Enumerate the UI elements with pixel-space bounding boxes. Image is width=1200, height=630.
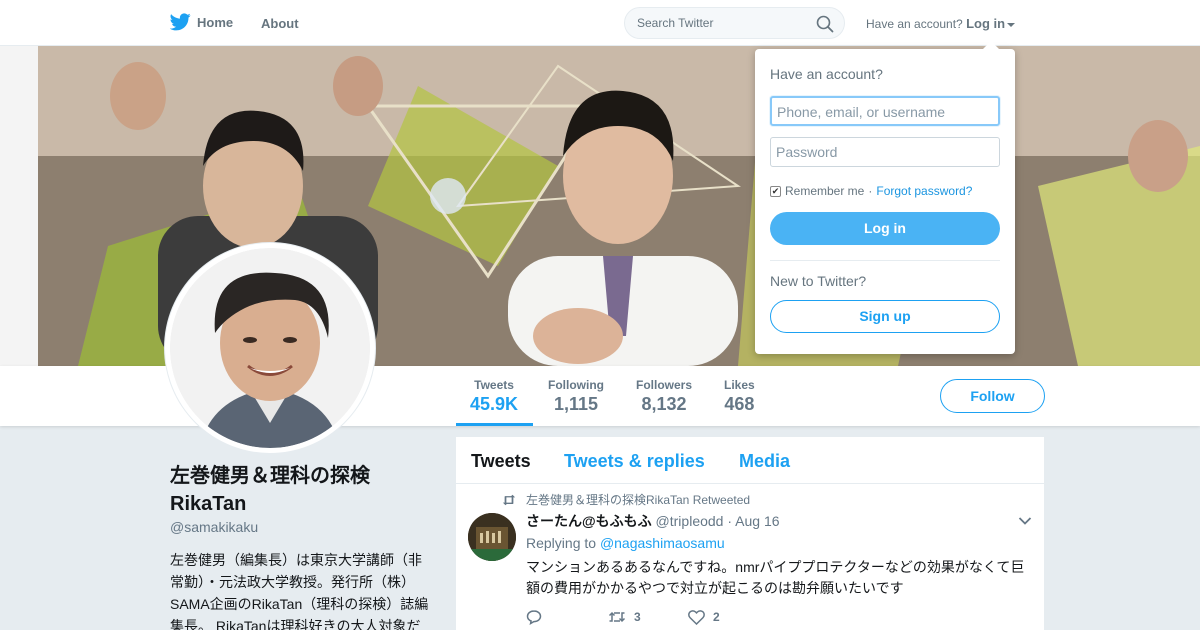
like-action[interactable]: 2 bbox=[688, 609, 720, 625]
stat-followers-value: 8,132 bbox=[641, 394, 687, 414]
search-icon[interactable] bbox=[816, 15, 834, 33]
stat-following-value: 1,115 bbox=[553, 394, 599, 414]
login-link[interactable]: Log in bbox=[966, 16, 1005, 31]
avatar-photo bbox=[170, 248, 370, 448]
caret-down-icon bbox=[1007, 22, 1016, 27]
tab-tweets[interactable]: Tweets bbox=[471, 451, 531, 472]
retweet-icon bbox=[608, 611, 626, 623]
replying-prefix: Replying to bbox=[526, 535, 597, 551]
new-to-twitter-text: New to Twitter? bbox=[770, 273, 867, 289]
replying-to-link[interactable]: @nagashimaosamu bbox=[600, 535, 725, 551]
bio-line: SAMA企画のRikaTan（理科の探検）誌編 bbox=[170, 596, 429, 612]
tweet-actions: 3 2 bbox=[526, 609, 720, 625]
stat-likes[interactable]: Likes 468 bbox=[724, 378, 755, 415]
profile-name-line1: 左巻健男＆理科の探検 bbox=[170, 465, 370, 487]
stat-followers[interactable]: Followers 8,132 bbox=[636, 378, 692, 415]
stat-tweets[interactable]: Tweets 45.9K bbox=[470, 378, 518, 415]
account-menu[interactable]: Have an account? Log in bbox=[866, 16, 1016, 31]
bio-line: 常勤）・元法政大学教授。発行所（株） bbox=[170, 574, 415, 590]
tweet-date[interactable]: Aug 16 bbox=[735, 513, 779, 529]
nav-home-label: Home bbox=[197, 14, 234, 30]
search-input[interactable]: Search Twitter bbox=[637, 16, 713, 30]
login-dropdown-title: Have an account? bbox=[770, 66, 883, 82]
account-prompt: Have an account? bbox=[866, 17, 963, 31]
timeline-tabs: Tweets Tweets & replies Media bbox=[456, 437, 1044, 484]
bio-line: 集長。 RikaTanは理科好きの大人対象だ bbox=[170, 618, 421, 630]
remember-me-checkbox[interactable]: ✔ bbox=[770, 185, 781, 197]
heart-icon bbox=[688, 609, 705, 625]
like-count: 2 bbox=[713, 610, 720, 624]
retweet-action[interactable]: 3 bbox=[608, 610, 688, 624]
tab-tweets-and-replies[interactable]: Tweets & replies bbox=[564, 451, 705, 472]
forgot-password-link[interactable]: Forgot password? bbox=[876, 184, 972, 198]
remember-separator: · bbox=[868, 184, 873, 198]
login-button[interactable]: Log in bbox=[770, 212, 1000, 245]
profile-bio: 左巻健男（編集長）は東京大学講師（非 常勤）・元法政大学教授。発行所（株） SA… bbox=[170, 549, 440, 630]
divider bbox=[770, 260, 1000, 261]
stat-followers-label: Followers bbox=[636, 378, 693, 392]
retweet-icon bbox=[502, 494, 516, 505]
tweet-avatar-illustration bbox=[468, 513, 516, 561]
nav-home[interactable]: Home bbox=[170, 13, 233, 31]
retweet-context-text: 左巻健男＆理科の探検RikaTan Retweeted bbox=[526, 493, 751, 507]
reply-icon bbox=[526, 610, 542, 625]
stat-following[interactable]: Following 1,115 bbox=[548, 378, 604, 415]
bio-line: 左巻健男（編集長）は東京大学講師（非 bbox=[170, 552, 422, 568]
remember-me-label[interactable]: Remember me bbox=[785, 184, 864, 198]
replying-to: Replying to @nagashimaosamu bbox=[526, 535, 725, 551]
banner-left-margin bbox=[0, 46, 38, 366]
profile-handle[interactable]: @samakikaku bbox=[170, 519, 258, 535]
tweet-separator: · bbox=[727, 513, 733, 529]
stat-following-label: Following bbox=[548, 378, 604, 392]
avatar-illustration bbox=[170, 248, 370, 448]
password-field[interactable]: Password bbox=[770, 137, 1000, 167]
stat-tweets-label: Tweets bbox=[474, 378, 514, 392]
stat-likes-label: Likes bbox=[724, 378, 755, 392]
profile-name[interactable]: 左巻健男＆理科の探検 RikaTan bbox=[170, 462, 440, 518]
reply-action[interactable] bbox=[526, 609, 608, 625]
search-box[interactable]: Search Twitter bbox=[624, 7, 845, 39]
profile-avatar[interactable] bbox=[165, 243, 375, 453]
twitter-bird-icon bbox=[170, 13, 191, 31]
tweet-author-name[interactable]: さーたん@もふもふ bbox=[526, 513, 652, 529]
profile-name-line2: RikaTan bbox=[170, 493, 247, 515]
stat-likes-value: 468 bbox=[724, 394, 755, 414]
timeline: Tweets Tweets & replies Media 左巻健男＆理科の探検… bbox=[456, 437, 1044, 630]
tweet-author-avatar[interactable] bbox=[468, 513, 516, 561]
tweet-text-line: マンションあるあるなんですね。nmrパイププロテクターなどの効果がなくて巨 bbox=[526, 559, 1025, 575]
chevron-down-icon[interactable] bbox=[1018, 516, 1032, 526]
tweet-text: マンションあるあるなんですね。nmrパイププロテクターなどの効果がなくて巨 額の… bbox=[526, 557, 1036, 599]
tweet-text-line: 額の費用がかかるやつで対立が起こるのは勘弁願いたいです bbox=[526, 580, 904, 596]
retweet-count: 3 bbox=[634, 610, 641, 624]
nav-about[interactable]: About bbox=[261, 16, 299, 31]
retweet-context[interactable]: 左巻健男＆理科の探検RikaTan Retweeted bbox=[502, 491, 750, 508]
remember-me-row: ✔ Remember me · Forgot password? bbox=[770, 184, 972, 198]
follow-button[interactable]: Follow bbox=[940, 379, 1045, 413]
login-dropdown: Have an account? Phone, email, or userna… bbox=[755, 41, 1015, 354]
tweet-author-username[interactable]: @tripleodd bbox=[656, 513, 724, 529]
signup-button[interactable]: Sign up bbox=[770, 300, 1000, 333]
stat-tweets-value: 45.9K bbox=[470, 394, 519, 414]
active-stat-underline bbox=[456, 423, 533, 426]
tweet-header: さーたん@もふもふ @tripleodd · Aug 16 bbox=[526, 511, 780, 531]
username-field[interactable]: Phone, email, or username bbox=[770, 96, 1000, 126]
top-navigation-bar: Home About Search Twitter Have an accoun… bbox=[0, 0, 1200, 46]
tab-media[interactable]: Media bbox=[739, 451, 790, 472]
